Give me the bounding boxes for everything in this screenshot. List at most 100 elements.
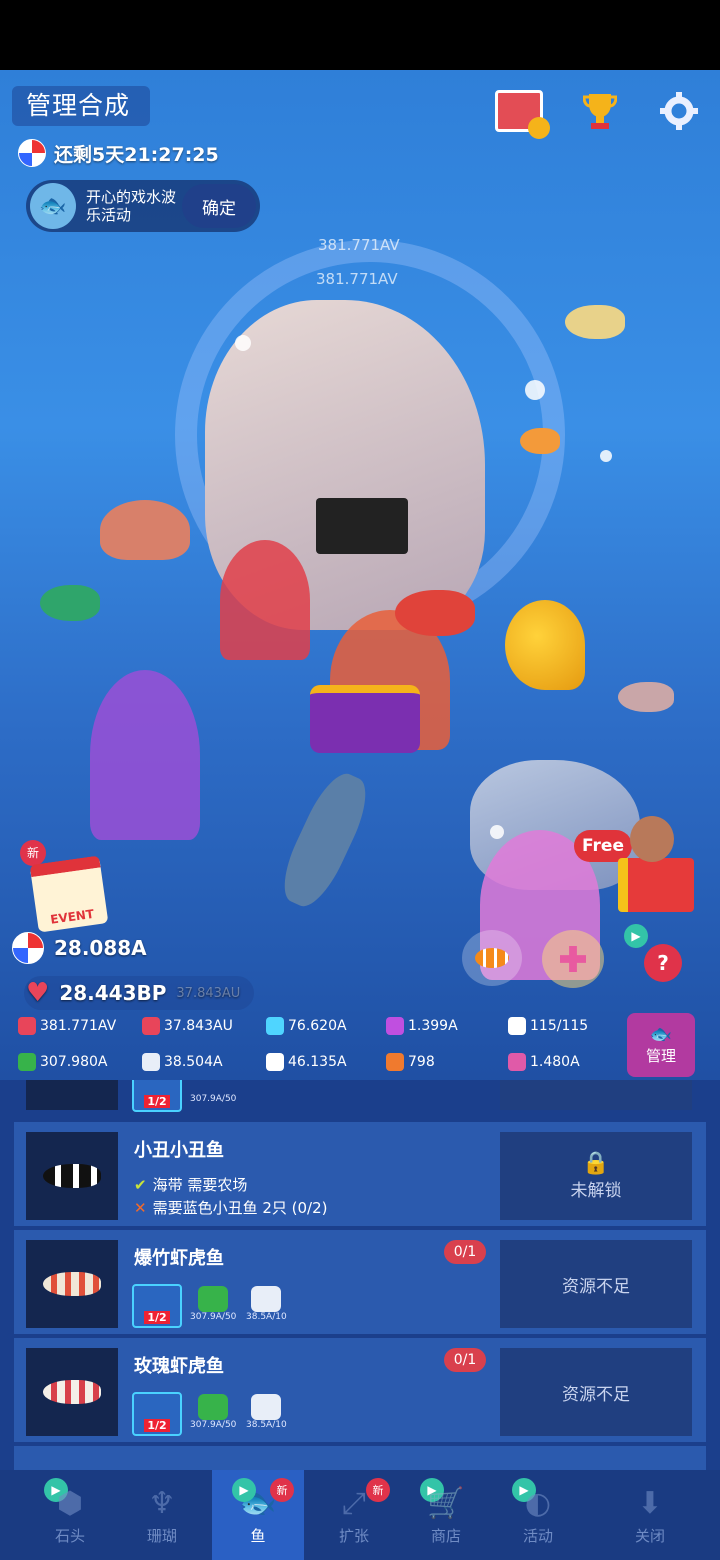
bubble bbox=[235, 335, 251, 351]
calendar-icon: EVENT bbox=[29, 855, 109, 933]
fish-sprite[interactable] bbox=[40, 585, 100, 621]
tab-close[interactable]: ⬇ 关闭 bbox=[604, 1470, 696, 1560]
craft-button[interactable]: 资源不足 bbox=[500, 1348, 692, 1436]
tab-fish[interactable]: ▶ 新 🐟 鱼 bbox=[212, 1470, 304, 1560]
cost-seaweed: 307.9A/50 bbox=[190, 1394, 236, 1430]
stone-icon: ⬢ bbox=[56, 1486, 84, 1521]
fish-sprite[interactable] bbox=[272, 765, 378, 915]
play-icon: ▶ bbox=[232, 1478, 256, 1502]
level-slot[interactable]: 1/2 bbox=[132, 1284, 182, 1328]
otter-icon bbox=[630, 816, 674, 862]
requirement-unmet: ✕ 需要蓝色小丑鱼 2只 (0/2) bbox=[134, 1197, 328, 1218]
requirement-text: 海带 需要农场 bbox=[152, 1176, 248, 1194]
status-bar bbox=[0, 0, 720, 70]
fish-row[interactable]: 小丑小丑鱼 ✔ 海带 需要农场 ✕ 需要蓝色小丑鱼 2只 (0/2) 🔒 未解锁 bbox=[14, 1122, 706, 1226]
stat-value: 307.980A bbox=[40, 1054, 108, 1070]
level-text: 1/2 bbox=[144, 1419, 170, 1432]
bottom-tab-bar: ▶ ⬢ 石头 ♆ 珊瑚 ▶ 新 🐟 鱼 新 ⤢ 扩张 ▶ 🛒 商店 ▶ ◐ 活动… bbox=[0, 1470, 720, 1560]
tab-label: 关闭 bbox=[634, 1527, 665, 1545]
event-confirm-button[interactable]: 确定 bbox=[182, 184, 256, 228]
mystery-shell-shortcut[interactable]: ▶ ? bbox=[624, 924, 694, 988]
shrimp-icon bbox=[386, 1053, 404, 1071]
event-card[interactable]: 🐟 开心的戏水波乐活动 确定 bbox=[26, 180, 260, 232]
fish-row[interactable]: 玫瑰虾虎鱼 0/1 1/2 307.9A/50 38.5A/10 资源不足 bbox=[14, 1338, 706, 1442]
fish-name: 爆竹虾虎鱼 bbox=[134, 1248, 224, 1269]
floating-av-text: 381.771AV bbox=[316, 270, 398, 288]
resource-bp-sub: 37.843AU bbox=[176, 985, 241, 1001]
shell-icon bbox=[251, 1394, 282, 1420]
unlock-status[interactable]: 🔒 未解锁 bbox=[500, 1132, 692, 1220]
event-countdown: 还剩5天21:27:25 bbox=[18, 139, 219, 167]
tab-stone[interactable]: ▶ ⬢ 石头 bbox=[24, 1470, 116, 1560]
resource-a-value: 28.088A bbox=[54, 936, 147, 960]
seaweed-icon bbox=[198, 1286, 229, 1312]
hand-heart-icon bbox=[18, 1017, 36, 1035]
level-slot[interactable]: 1/2 bbox=[132, 1080, 182, 1112]
beach-ball-icon: ◐ bbox=[524, 1486, 552, 1521]
cost-seaweed: 307.9A/50 bbox=[190, 1286, 236, 1322]
free-gift-button[interactable]: Free bbox=[570, 810, 710, 920]
stat-item: 1.480A bbox=[508, 1048, 580, 1076]
firecracker-goby-icon bbox=[43, 1272, 101, 1296]
cart-icon: 🛒 bbox=[427, 1486, 465, 1521]
tab-shop[interactable]: ▶ 🛒 商店 bbox=[400, 1470, 492, 1560]
event-label: EVENT bbox=[49, 906, 95, 927]
add-fish-shortcut[interactable] bbox=[542, 930, 604, 988]
gift-box-icon bbox=[618, 858, 694, 912]
page-title: 管理合成 bbox=[12, 86, 151, 126]
level-slot[interactable]: 1/2 bbox=[132, 1392, 182, 1436]
cost-shell: 38.5A/10 bbox=[246, 1394, 287, 1430]
heart-info-icon bbox=[142, 1017, 160, 1035]
bubble bbox=[525, 380, 545, 400]
fish-list-panel[interactable]: 1/2 307.9A/50 小丑小丑鱼 ✔ 海带 需要农场 ✕ 需要蓝色小丑鱼 … bbox=[0, 1080, 720, 1470]
beach-ball-icon bbox=[12, 932, 44, 964]
countdown-text: 还剩5天21:27:25 bbox=[54, 143, 219, 166]
stat-value: 46.135A bbox=[288, 1054, 347, 1070]
cost-text: 307.9A/50 bbox=[190, 1420, 237, 1430]
fish-sprite[interactable] bbox=[520, 428, 560, 454]
resource-bp-value: 28.443BP bbox=[59, 981, 167, 1005]
fish-row[interactable]: 爆竹虾虎鱼 0/1 1/2 307.9A/50 38.5A/10 资源不足 bbox=[14, 1230, 706, 1334]
clownfish-icon bbox=[475, 948, 509, 968]
tab-activity[interactable]: ▶ ◐ 活动 bbox=[492, 1470, 584, 1560]
tab-expand[interactable]: 新 ⤢ 扩张 bbox=[308, 1470, 400, 1560]
stat-value: 1.399A bbox=[408, 1018, 458, 1034]
craft-button[interactable]: 资源不足 bbox=[500, 1240, 692, 1328]
requirement-text: 需要蓝色小丑鱼 2只 (0/2) bbox=[152, 1199, 328, 1217]
beach-ball-icon bbox=[18, 139, 46, 167]
plus-icon bbox=[560, 946, 586, 972]
tab-label: 扩张 bbox=[338, 1527, 369, 1545]
drum-stage bbox=[310, 685, 420, 753]
fish-thumb bbox=[26, 1132, 118, 1220]
gramophone bbox=[505, 600, 585, 690]
event-avatar-icon: 🐟 bbox=[30, 183, 76, 229]
fish-count-icon bbox=[508, 1017, 526, 1035]
gear-icon[interactable] bbox=[656, 88, 702, 134]
new-badge: 新 bbox=[366, 1478, 390, 1502]
floating-av-text: 381.771AV bbox=[318, 236, 400, 254]
stat-item: 798 bbox=[386, 1048, 435, 1076]
cost-text: 307.9A/50 bbox=[190, 1094, 237, 1104]
fish-sprite[interactable] bbox=[618, 682, 674, 712]
event-calendar-button[interactable]: 新 EVENT bbox=[20, 840, 110, 933]
manage-button[interactable]: 🐟 管理 bbox=[627, 1013, 695, 1077]
owned-count-badge: 0/1 bbox=[444, 1240, 486, 1264]
tab-coral[interactable]: ♆ 珊瑚 bbox=[116, 1470, 208, 1560]
resource-a: 28.088A bbox=[12, 932, 147, 964]
fish-thumb bbox=[26, 1080, 118, 1110]
coral-purple bbox=[90, 670, 200, 840]
seahorse-icon bbox=[508, 1053, 526, 1071]
fish-sprite[interactable] bbox=[565, 305, 625, 339]
bubble bbox=[490, 825, 504, 839]
shell-icon bbox=[251, 1286, 282, 1312]
stat-item: 46.135A bbox=[266, 1048, 347, 1076]
seaweed-icon bbox=[18, 1053, 36, 1071]
album-icon[interactable] bbox=[492, 86, 550, 139]
new-badge: 新 bbox=[270, 1478, 294, 1502]
trophy-icon[interactable] bbox=[578, 90, 622, 134]
cost-text: 38.5A/10 bbox=[246, 1312, 287, 1322]
clownfish-shortcut[interactable] bbox=[462, 930, 522, 986]
stat-item: 38.504A bbox=[142, 1048, 223, 1076]
event-name: 开心的戏水波乐活动 bbox=[86, 188, 177, 224]
fish-sprite[interactable] bbox=[395, 590, 475, 636]
